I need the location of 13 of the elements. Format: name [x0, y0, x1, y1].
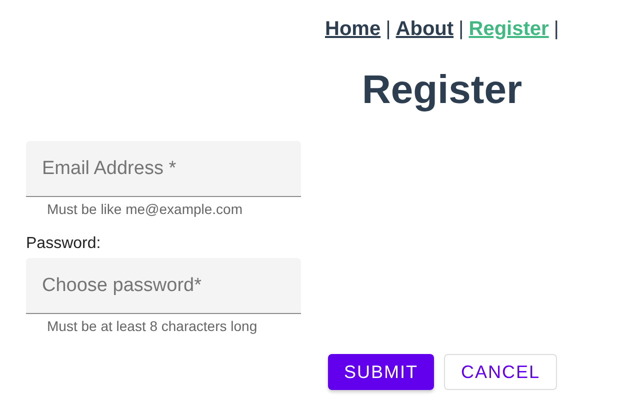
field-hint: Must be like me@example.com — [46, 201, 244, 217]
input-field[interactable]: Email Address * — [26, 141, 301, 197]
nav-link[interactable]: Home — [325, 18, 381, 41]
nav-separator: | — [458, 18, 464, 41]
field-label: Password: — [26, 235, 102, 253]
nav-separator: | — [554, 18, 559, 41]
page-title: Register — [360, 67, 524, 113]
input-field[interactable]: Choose password* — [26, 258, 301, 314]
field-hint: Must be at least 8 characters long — [46, 318, 258, 334]
cancel-button[interactable]: CANCEL — [444, 354, 558, 390]
submit-button[interactable]: SUBMIT — [328, 354, 434, 390]
nav-link[interactable]: About — [396, 18, 454, 41]
nav-separator: | — [386, 18, 391, 41]
